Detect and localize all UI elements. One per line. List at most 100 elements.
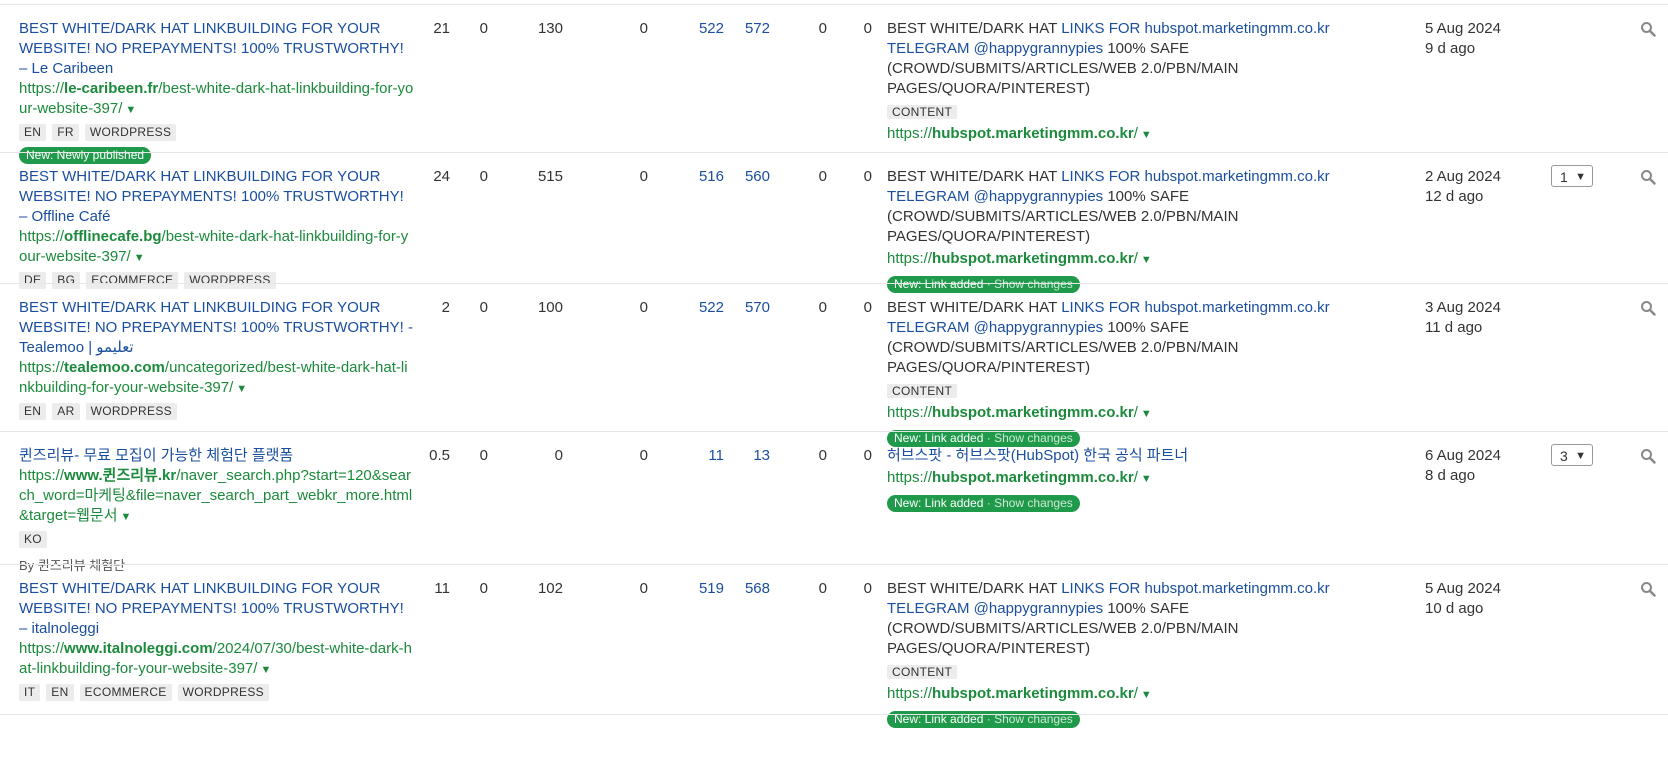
- referring-page-title[interactable]: BEST WHITE/DARK HAT LINKBUILDING FOR YOU…: [19, 167, 414, 227]
- caret-down-icon[interactable]: ▼: [1141, 129, 1152, 141]
- magnifier-icon[interactable]: [1640, 581, 1656, 597]
- caret-down-icon[interactable]: ▼: [1141, 254, 1152, 266]
- url-domain: offlinecafe.bg: [64, 228, 162, 245]
- anchor-text: 허브스팟 - 허브스팟(HubSpot) 한국 공식 파트너: [887, 446, 1357, 466]
- relative-date: 12 d ago: [1425, 188, 1484, 205]
- caret-down-icon[interactable]: ▼: [1141, 408, 1152, 420]
- referring-page-url[interactable]: https://www.italnoleggi.com/2024/07/30/b…: [19, 639, 414, 680]
- domain-rating-value: 2: [441, 299, 450, 316]
- tag-label: EN: [46, 684, 74, 701]
- badge-label: New: Link added: [894, 496, 984, 510]
- link-added-badge[interactable]: New: Link added · Show changes: [887, 495, 1080, 512]
- caret-down-icon[interactable]: ▼: [134, 252, 145, 264]
- target-url[interactable]: https://hubspot.marketingmm.co.kr/▼: [887, 249, 1357, 270]
- external-links-value[interactable]: 516: [684, 167, 724, 187]
- first-seen-date: 5 Aug 2024: [1425, 580, 1501, 597]
- dropdown-value: 1: [1560, 169, 1568, 185]
- first-seen-date: 6 Aug 2024: [1425, 447, 1501, 464]
- page-links-value[interactable]: 560: [730, 167, 770, 187]
- referring-page-url[interactable]: https://offlinecafe.bg/best-white-dark-h…: [19, 227, 414, 268]
- external-links-value[interactable]: 522: [684, 298, 724, 318]
- page-links-value[interactable]: 570: [730, 298, 770, 318]
- caret-down-icon[interactable]: ▼: [236, 383, 247, 395]
- referring-page-url[interactable]: https://tealemoo.com/uncategorized/best-…: [19, 358, 414, 399]
- external-links-value[interactable]: 519: [684, 579, 724, 599]
- referring-page-url[interactable]: https://www.퀸즈리뷰.kr/naver_search.php?sta…: [19, 466, 414, 527]
- links-count-dropdown[interactable]: 3 ▼: [1551, 444, 1593, 466]
- show-changes-link[interactable]: Show changes: [994, 496, 1073, 510]
- magnifier-icon[interactable]: [1640, 448, 1656, 464]
- linked-domains-value: 0: [639, 299, 648, 316]
- url-protocol: https://: [887, 125, 933, 142]
- referring-page-cell: BEST WHITE/DARK HAT LINKBUILDING FOR YOU…: [19, 579, 414, 701]
- date-cell: 2 Aug 2024 12 d ago: [1425, 167, 1545, 207]
- anchor-prefix: BEST WHITE/DARK HAT: [887, 168, 1062, 185]
- referring-domains-value: 100: [537, 299, 563, 316]
- links-count-dropdown-cell: 1 ▼: [1551, 165, 1593, 187]
- linked-domains-value: 0: [639, 447, 648, 464]
- domain-rating-value: 11: [434, 580, 450, 597]
- external-links-value[interactable]: 11: [684, 446, 724, 466]
- referring-page-url[interactable]: https://le-caribeen.fr/best-white-dark-h…: [19, 79, 414, 120]
- domain-rating-value: 21: [433, 20, 450, 37]
- tag-label: AR: [52, 403, 80, 420]
- caret-down-icon[interactable]: ▼: [121, 511, 132, 523]
- target-url[interactable]: https://hubspot.marketingmm.co.kr/▼: [887, 684, 1357, 705]
- traffic-value: 0: [818, 299, 827, 316]
- caret-down-icon[interactable]: ▼: [1141, 473, 1152, 485]
- url-domain: hubspot.marketingmm.co.kr: [932, 469, 1134, 486]
- referring-page-title[interactable]: BEST WHITE/DARK HAT LINKBUILDING FOR YOU…: [19, 579, 414, 639]
- page-links-value[interactable]: 13: [730, 446, 770, 466]
- caret-down-icon[interactable]: ▼: [125, 104, 136, 116]
- magnifier-icon[interactable]: [1640, 169, 1656, 185]
- search-action[interactable]: [1640, 300, 1656, 322]
- page-links-value[interactable]: 572: [730, 19, 770, 39]
- anchor-prefix: BEST WHITE/DARK HAT: [887, 20, 1062, 37]
- url-protocol: https://: [19, 80, 65, 97]
- domain-rating-value: 0.5: [429, 447, 450, 464]
- first-seen-date: 5 Aug 2024: [1425, 20, 1501, 37]
- tag-label: WORDPRESS: [177, 684, 269, 701]
- anchor-link-text[interactable]: 허브스팟 - 허브스팟(HubSpot) 한국 공식 파트너: [887, 447, 1188, 464]
- content-tag-wrap: CONTENT: [887, 102, 958, 122]
- links-count-dropdown[interactable]: 1 ▼: [1551, 165, 1593, 187]
- url-protocol: https://: [887, 469, 933, 486]
- url-domain: www.퀸즈리뷰.kr: [64, 467, 177, 484]
- tag-list: KO: [19, 531, 414, 548]
- content-tag: CONTENT: [887, 384, 958, 398]
- url-path: /: [1133, 685, 1138, 702]
- url-protocol: https://: [19, 640, 65, 657]
- search-action[interactable]: [1640, 21, 1656, 43]
- target-url[interactable]: https://hubspot.marketingmm.co.kr/▼: [887, 403, 1357, 424]
- url-domain: hubspot.marketingmm.co.kr: [932, 404, 1134, 421]
- magnifier-icon[interactable]: [1640, 21, 1656, 37]
- referring-page-title[interactable]: BEST WHITE/DARK HAT LINKBUILDING FOR YOU…: [19, 19, 414, 79]
- search-action[interactable]: [1640, 581, 1656, 603]
- url-domain: hubspot.marketingmm.co.kr: [932, 125, 1134, 142]
- keywords-value: 0: [863, 580, 872, 597]
- anchor-prefix: BEST WHITE/DARK HAT: [887, 580, 1062, 597]
- caret-down-icon[interactable]: ▼: [260, 664, 271, 676]
- caret-down-icon[interactable]: ▼: [1141, 689, 1152, 701]
- referring-page-cell: BEST WHITE/DARK HAT LINKBUILDING FOR YOU…: [19, 19, 414, 165]
- tag-list: IT EN ECOMMERCE WORDPRESS: [19, 684, 414, 701]
- anchor-cell: BEST WHITE/DARK HAT LINKS FOR hubspot.ma…: [887, 579, 1357, 729]
- keywords-value: 0: [863, 447, 872, 464]
- referring-page-title[interactable]: 퀸즈리뷰- 무료 모집이 가능한 체험단 플랫폼: [19, 446, 414, 466]
- url-domain: le-caribeen.fr: [64, 80, 159, 97]
- tag-label: WORDPRESS: [85, 403, 177, 420]
- magnifier-icon[interactable]: [1640, 300, 1656, 316]
- anchor-text: BEST WHITE/DARK HAT LINKS FOR hubspot.ma…: [887, 298, 1357, 378]
- table-row: BEST WHITE/DARK HAT LINKBUILDING FOR YOU…: [0, 283, 1668, 447]
- target-url[interactable]: https://hubspot.marketingmm.co.kr/▼: [887, 124, 1357, 145]
- table-row: BEST WHITE/DARK HAT LINKBUILDING FOR YOU…: [0, 564, 1668, 728]
- external-links-value[interactable]: 522: [684, 19, 724, 39]
- target-url[interactable]: https://hubspot.marketingmm.co.kr/▼: [887, 468, 1357, 489]
- url-protocol: https://: [887, 250, 933, 267]
- search-action[interactable]: [1640, 448, 1656, 470]
- search-action[interactable]: [1640, 169, 1656, 191]
- referring-page-title[interactable]: BEST WHITE/DARK HAT LINKBUILDING FOR YOU…: [19, 298, 414, 358]
- linked-domains-value: 0: [639, 580, 648, 597]
- table-bottom-border: [0, 714, 1668, 715]
- page-links-value[interactable]: 568: [730, 579, 770, 599]
